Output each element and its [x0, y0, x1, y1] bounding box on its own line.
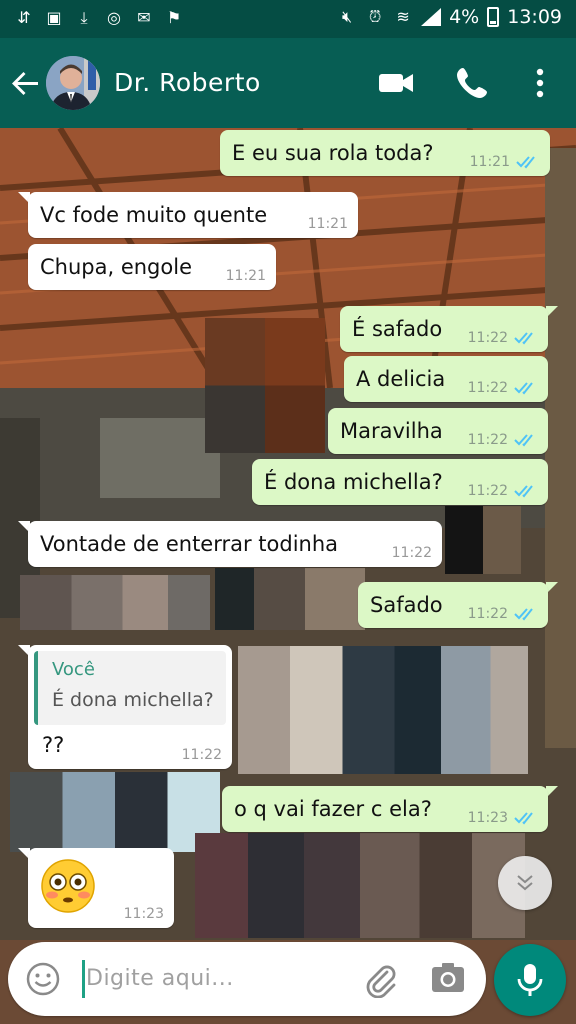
message-time: 11:21	[307, 216, 348, 232]
message-text: A delicia	[356, 367, 446, 391]
more-vert-icon[interactable]	[522, 63, 558, 103]
message-text: ??	[42, 733, 65, 757]
back-arrow-icon[interactable]	[8, 65, 44, 101]
alarm-icon: ⏰︎	[368, 7, 382, 26]
message-meta: 11:22	[468, 483, 538, 499]
message-meta: 11:22	[468, 432, 538, 448]
double-chevron-down-icon	[517, 875, 533, 891]
avatar[interactable]	[46, 56, 100, 110]
message-meta: 11:22	[468, 330, 538, 346]
message-text: Vc fode muito quente	[40, 203, 268, 227]
message-bubble-outgoing[interactable]: o q vai fazer c ela? 11:23	[222, 786, 548, 832]
image-icon: ▣	[46, 8, 62, 27]
pixelated-region	[10, 772, 220, 852]
message-bubble-outgoing[interactable]: É safado 11:22	[340, 306, 548, 352]
message-text: E eu sua rola toda?	[232, 141, 434, 165]
read-receipt-icon	[514, 608, 533, 621]
pixelated-region	[238, 646, 528, 774]
pixelated-region	[215, 568, 365, 630]
message-meta: 11:21	[308, 216, 348, 232]
download-icon: ⤓	[80, 8, 88, 27]
battery-percent: 4%	[449, 6, 480, 28]
pixelated-region	[445, 506, 521, 574]
flushed-face-icon	[41, 859, 95, 913]
read-receipt-icon	[514, 485, 533, 498]
chat-area[interactable]: E eu sua rola toda? 11:21 Vc fode muito …	[0, 128, 576, 940]
message-text: Vontade de enterrar todinha	[40, 532, 339, 556]
message-bubble-incoming[interactable]: Chupa, engole 11:21	[28, 244, 276, 290]
camera-icon[interactable]	[428, 958, 468, 998]
message-text: Maravilha	[340, 419, 443, 443]
read-receipt-icon	[516, 156, 535, 169]
microphone-icon	[517, 964, 543, 996]
message-bubble-outgoing[interactable]: É dona michella? 11:22	[252, 459, 548, 505]
signal-icon	[421, 8, 442, 26]
message-meta: 11:21	[470, 154, 540, 170]
pixelated-region	[205, 318, 325, 453]
reply-message-bubble[interactable]: Você É dona michella? ?? 11:22	[28, 645, 232, 769]
message-input[interactable]: Digite aqui...	[86, 966, 234, 991]
message-time: 11:22	[467, 606, 508, 622]
read-receipt-icon	[514, 382, 533, 395]
message-input-container[interactable]: Digite aqui...	[8, 942, 486, 1016]
message-meta: 11:22	[468, 606, 538, 622]
message-time: 11:22	[467, 483, 508, 499]
read-receipt-icon	[514, 332, 533, 345]
attach-icon[interactable]	[360, 958, 400, 998]
message-time: 11:22	[467, 432, 508, 448]
mail-icon: ✉	[137, 8, 151, 27]
pixelated-region	[195, 833, 525, 938]
message-bubble-incoming[interactable]: Vontade de enterrar todinha 11:22	[28, 521, 442, 567]
video-call-icon[interactable]	[376, 63, 416, 103]
sync-icon: ⇵	[17, 8, 31, 27]
read-receipt-icon	[514, 812, 533, 825]
scroll-to-bottom-button[interactable]	[498, 856, 552, 910]
message-bubble-outgoing[interactable]: Maravilha 11:22	[328, 408, 548, 454]
message-bubble-outgoing[interactable]: A delicia 11:22	[344, 356, 548, 402]
message-time: 11:22	[181, 747, 222, 763]
message-meta: 11:21	[226, 268, 266, 284]
message-composer: Digite aqui...	[0, 940, 576, 1024]
message-meta: 11:22	[392, 545, 432, 561]
message-text: o q vai fazer c ela?	[234, 797, 432, 821]
battery-icon	[487, 7, 500, 27]
contact-name[interactable]: Dr. Roberto	[114, 68, 261, 97]
quoted-author: Você	[52, 659, 95, 680]
system-icons: 🔇︎ ⏰︎ ≋ 4% 13:09	[337, 6, 562, 28]
message-time: 11:22	[467, 380, 508, 396]
voicemail-icon: ◎	[107, 8, 121, 27]
message-meta: 11:23	[468, 810, 538, 826]
flag-icon: ⚑	[166, 8, 182, 27]
message-text: É dona michella?	[264, 470, 443, 494]
pixelated-region	[20, 575, 210, 630]
notification-icons: ⇵ ▣ ⤓ ◎ ✉ ⚑	[14, 8, 184, 28]
mute-icon: 🔇︎	[342, 7, 353, 26]
read-receipt-icon	[514, 434, 533, 447]
message-bubble-incoming[interactable]: 11:23	[28, 848, 174, 928]
status-bar: ⇵ ▣ ⤓ ◎ ✉ ⚑ 🔇︎ ⏰︎ ≋ 4% 13:09	[0, 0, 576, 38]
message-time: 11:22	[467, 330, 508, 346]
message-text: Chupa, engole	[40, 255, 192, 279]
clock: 13:09	[507, 6, 562, 28]
emoji-icon[interactable]	[24, 960, 62, 998]
message-time: 11:23	[467, 810, 508, 826]
quoted-message[interactable]: Você É dona michella?	[34, 651, 226, 725]
message-time: 11:22	[391, 545, 432, 561]
voice-record-button[interactable]	[494, 944, 566, 1016]
phone-icon[interactable]	[452, 63, 492, 103]
quoted-text: É dona michella?	[52, 689, 214, 711]
message-text: Safado	[370, 593, 443, 617]
wifi-icon: ≋	[396, 7, 410, 26]
text-cursor	[82, 960, 85, 998]
message-time: 11:23	[123, 906, 164, 922]
chat-header: Dr. Roberto	[0, 38, 576, 128]
message-bubble-outgoing[interactable]: Safado 11:22	[358, 582, 548, 628]
message-text: É safado	[352, 317, 443, 341]
message-bubble-incoming[interactable]: Vc fode muito quente 11:21	[28, 192, 358, 238]
message-meta: 11:22	[468, 380, 538, 396]
message-bubble-outgoing[interactable]: E eu sua rola toda? 11:21	[220, 130, 550, 176]
message-time: 11:21	[469, 154, 510, 170]
message-time: 11:21	[225, 268, 266, 284]
